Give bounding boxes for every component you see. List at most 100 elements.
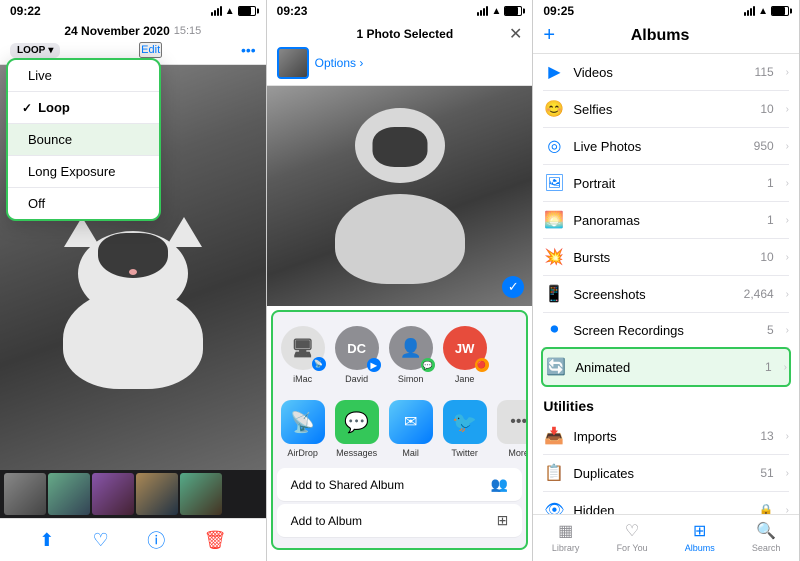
album-count-hidden: 🔒 <box>759 503 774 514</box>
screen-recordings-icon: ⏺ <box>543 321 565 339</box>
album-hidden[interactable]: 👁 Hidden 🔒 › <box>543 492 789 514</box>
album-name-videos: Videos <box>573 65 746 80</box>
cat2-dark <box>372 127 427 167</box>
contact-imac[interactable]: 🖥 📡 iMac <box>281 326 325 384</box>
hidden-icon: 👁 <box>543 500 565 514</box>
contact-name-david: David <box>345 374 368 384</box>
album-name-screen-recordings: Screen Recordings <box>573 323 759 338</box>
edit-button[interactable]: Edit <box>139 42 162 58</box>
album-panoramas[interactable]: 🌅 Panoramas 1 › <box>543 202 789 239</box>
delete-icon[interactable]: 🗑 <box>204 530 227 551</box>
album-count-screenshots: 2,464 <box>744 287 774 301</box>
thumb-1[interactable] <box>4 473 46 515</box>
dropdown-item-live[interactable]: Live <box>8 60 159 92</box>
selected-photo-row: Options › <box>277 47 523 79</box>
search-tab-icon: 🔍 <box>756 521 776 541</box>
avatar-david: DC ▶ <box>335 326 379 370</box>
app-messages[interactable]: 💬 Messages <box>335 400 379 458</box>
for-you-tab-label: For You <box>617 543 648 553</box>
status-icons-2: ▲ <box>477 6 522 17</box>
selfies-icon: 😊 <box>543 99 565 119</box>
thumb-3[interactable] <box>92 473 134 515</box>
loop-button[interactable]: LOOP ▾ <box>10 43 60 58</box>
album-name-imports: Imports <box>573 429 752 444</box>
close-button[interactable]: ✕ <box>509 24 522 44</box>
tab-for-you[interactable]: ♡ For You <box>617 521 648 553</box>
album-animated[interactable]: 🔄 Animated 1 › <box>541 347 791 387</box>
album-live-photos[interactable]: ◎ Live Photos 950 › <box>543 128 789 165</box>
app-mail[interactable]: ✉ Mail <box>389 400 433 458</box>
album-count-portrait: 1 <box>767 176 774 190</box>
add-album-button[interactable]: + <box>543 24 555 47</box>
signal-icon-2 <box>477 6 488 16</box>
more-button[interactable]: ••• <box>241 42 256 58</box>
album-count-bursts: 10 <box>760 250 773 264</box>
status-icons-3: ▲ <box>744 6 789 17</box>
more-icon: ••• <box>497 400 527 444</box>
albums-header-row: + Albums <box>543 24 789 47</box>
albums-content: ▶ Videos 115 › 😊 Selfies 10 › ◎ Live Pho… <box>533 54 799 514</box>
chevron-icon-animated: › <box>784 362 787 373</box>
album-portrait[interactable]: 🖼 Portrait 1 › <box>543 165 789 202</box>
share-icon[interactable]: ⬆ <box>39 530 54 551</box>
tab-library[interactable]: ▦ Library <box>552 521 580 553</box>
share-apps: 📡 AirDrop 💬 Messages ✉ Mail 🐦 Twitter ••… <box>273 394 527 466</box>
cat2-head <box>355 108 445 183</box>
bursts-icon: 💥 <box>543 247 565 267</box>
add-to-album[interactable]: Add to Album ⊞ <box>277 504 523 538</box>
album-screen-recordings[interactable]: ⏺ Screen Recordings 5 › <box>543 313 789 348</box>
app-airdrop[interactable]: 📡 AirDrop <box>281 400 325 458</box>
thumb-2[interactable] <box>48 473 90 515</box>
panel-1: 09:22 ▲ 24 November 2020 15:15 LOOP ▾ <box>0 0 267 561</box>
animated-icon: 🔄 <box>545 357 567 377</box>
thumb-5[interactable] <box>180 473 222 515</box>
share-contacts: 🖥 📡 iMac DC ▶ David 👤 💬 Simon <box>273 320 527 394</box>
portrait-icon: 🖼 <box>543 173 565 193</box>
album-videos[interactable]: ▶ Videos 115 › <box>543 54 789 91</box>
album-duplicates[interactable]: 📋 Duplicates 51 › <box>543 455 789 492</box>
dropdown-item-long-exposure[interactable]: Long Exposure <box>8 156 159 188</box>
search-tab-label: Search <box>752 543 781 553</box>
battery-icon <box>238 6 256 16</box>
chevron-icon-screen-recordings: › <box>786 325 789 336</box>
tab-search[interactable]: 🔍 Search <box>752 521 781 553</box>
screenshots-icon: 📱 <box>543 284 565 304</box>
airdrop-label: AirDrop <box>287 448 318 458</box>
twitter-icon: 🐦 <box>443 400 487 444</box>
live-photos-icon: ◎ <box>543 136 565 156</box>
album-selfies[interactable]: 😊 Selfies 10 › <box>543 91 789 128</box>
album-imports[interactable]: 📥 Imports 13 › <box>543 418 789 455</box>
contact-name-jane: Jane <box>455 374 475 384</box>
loop-chevron-icon: ▾ <box>48 45 53 56</box>
contact-jane[interactable]: JW 🔴 Jane <box>443 326 487 384</box>
app-more[interactable]: ••• More <box>497 400 527 458</box>
thumb-4[interactable] <box>136 473 178 515</box>
favorite-icon[interactable]: ♡ <box>93 530 109 551</box>
dropdown-item-off[interactable]: Off <box>8 188 159 219</box>
album-name-animated: Animated <box>575 360 757 375</box>
dropdown-item-bounce[interactable]: Bounce <box>8 124 159 156</box>
album-bursts[interactable]: 💥 Bursts 10 › <box>543 239 789 276</box>
mail-icon: ✉ <box>389 400 433 444</box>
options-button[interactable]: Options › <box>315 56 364 70</box>
signal-icon-3 <box>744 6 755 16</box>
add-to-shared-album[interactable]: Add to Shared Album 👥 <box>277 468 523 502</box>
share-sheet: 🖥 📡 iMac DC ▶ David 👤 💬 Simon <box>271 310 529 550</box>
app-twitter[interactable]: 🐦 Twitter <box>443 400 487 458</box>
avatar-jane: JW 🔴 <box>443 326 487 370</box>
dropdown-item-loop[interactable]: ✓ Loop <box>8 92 159 124</box>
tab-albums[interactable]: ⊞ Albums <box>685 521 715 553</box>
bottom-toolbar: ⬆ ♡ ⓘ 🗑 <box>0 518 266 561</box>
info-icon[interactable]: ⓘ <box>147 527 165 553</box>
contact-david[interactable]: DC ▶ David <box>335 326 379 384</box>
album-screenshots[interactable]: 📱 Screenshots 2,464 › <box>543 276 789 313</box>
thumbnails-strip <box>0 470 266 518</box>
contact-name-imac: iMac <box>293 374 312 384</box>
share-photo: ✓ <box>267 86 533 306</box>
album-name-live-photos: Live Photos <box>573 139 745 154</box>
album-count-selfies: 10 <box>760 102 773 116</box>
contact-simon[interactable]: 👤 💬 Simon <box>389 326 433 384</box>
battery-icon-2 <box>504 6 522 16</box>
albums-tab-label: Albums <box>685 543 715 553</box>
album-name-portrait: Portrait <box>573 176 759 191</box>
